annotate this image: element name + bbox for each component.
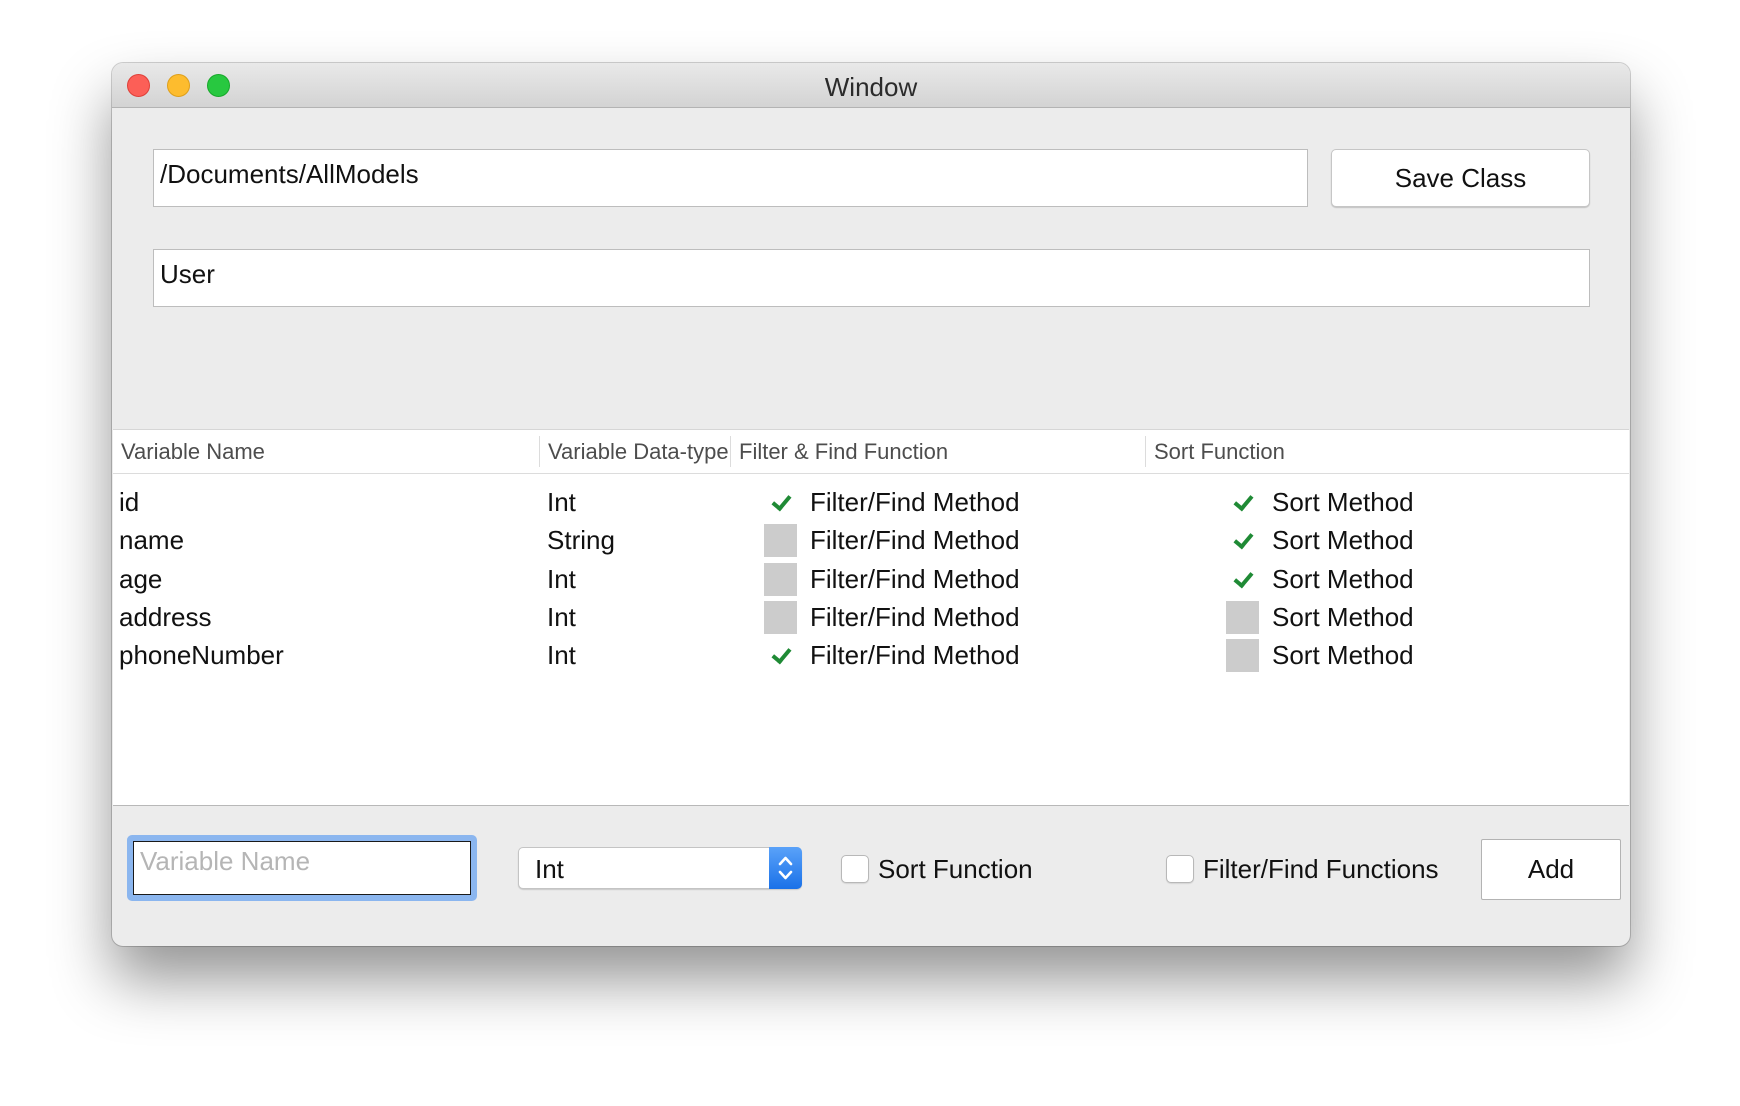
table-row[interactable]: name String Filter/Find Method Sort Method bbox=[113, 521, 1629, 559]
sort-checkmark-icon[interactable] bbox=[1226, 486, 1259, 519]
variable-name-cell: phoneNumber bbox=[119, 640, 284, 670]
variable-name-input[interactable] bbox=[133, 841, 471, 895]
filter-checkmark-icon[interactable] bbox=[764, 486, 797, 519]
sort-checkmark-icon[interactable] bbox=[1226, 524, 1259, 557]
column-header-variable-name[interactable]: Variable Name bbox=[113, 430, 539, 473]
filter-checkbox-empty[interactable] bbox=[764, 601, 797, 634]
filter-method-label: Filter/Find Method bbox=[810, 487, 1020, 517]
sort-function-checkbox-box[interactable] bbox=[841, 855, 869, 883]
sort-method-label: Sort Method bbox=[1272, 640, 1414, 670]
path-field[interactable]: /Documents/AllModels bbox=[153, 149, 1308, 207]
app-window: Window /Documents/AllModels Save Class U… bbox=[112, 63, 1630, 946]
filter-checkmark-icon[interactable] bbox=[764, 639, 797, 672]
variable-name-cell: age bbox=[119, 564, 163, 594]
sort-method-label: Sort Method bbox=[1272, 564, 1414, 594]
window-title: Window bbox=[824, 72, 918, 102]
sort-checkbox-empty[interactable] bbox=[1226, 601, 1259, 634]
column-header-variable-data-type[interactable]: Variable Data-type bbox=[540, 430, 730, 473]
filter-method-label: Filter/Find Method bbox=[810, 564, 1020, 594]
data-type-popup[interactable]: Int bbox=[518, 847, 802, 889]
variable-type-cell: Int bbox=[547, 602, 576, 632]
sort-function-checkbox[interactable]: Sort Function bbox=[841, 851, 1071, 887]
variable-type-cell: Int bbox=[547, 564, 576, 594]
variable-type-cell: String bbox=[547, 525, 615, 555]
save-class-button[interactable]: Save Class bbox=[1331, 149, 1590, 207]
variable-type-cell: Int bbox=[547, 640, 576, 670]
variables-table[interactable]: Variable Name Variable Data-type Filter … bbox=[113, 429, 1629, 806]
variable-name-cell: address bbox=[119, 602, 212, 632]
sort-method-label: Sort Method bbox=[1272, 525, 1414, 555]
title-bar[interactable]: Window bbox=[112, 63, 1630, 108]
filter-functions-checkbox-box[interactable] bbox=[1166, 855, 1194, 883]
variable-name-cell: name bbox=[119, 525, 185, 555]
filter-functions-checkbox-label: Filter/Find Functions bbox=[1203, 854, 1439, 884]
add-button[interactable]: Add bbox=[1481, 839, 1621, 900]
variable-name-focus-ring bbox=[127, 835, 477, 901]
sort-function-checkbox-label: Sort Function bbox=[878, 854, 1033, 884]
filter-checkbox-empty[interactable] bbox=[764, 524, 797, 557]
class-name-field[interactable]: User bbox=[153, 249, 1590, 307]
table-row[interactable]: age Int Filter/Find Method Sort Method bbox=[113, 560, 1629, 598]
up-down-chevron-icon[interactable] bbox=[769, 847, 802, 889]
filter-method-label: Filter/Find Method bbox=[810, 640, 1020, 670]
filter-functions-checkbox[interactable]: Filter/Find Functions bbox=[1166, 851, 1466, 887]
data-type-popup-value: Int bbox=[535, 854, 564, 884]
variable-name-cell: id bbox=[119, 487, 140, 517]
filter-method-label: Filter/Find Method bbox=[810, 602, 1020, 632]
filter-method-label: Filter/Find Method bbox=[810, 525, 1020, 555]
column-header-sort-function[interactable]: Sort Function bbox=[1146, 430, 1626, 473]
sort-checkbox-empty[interactable] bbox=[1226, 639, 1259, 672]
table-header: Variable Name Variable Data-type Filter … bbox=[113, 430, 1629, 474]
variable-type-cell: Int bbox=[547, 487, 576, 517]
sort-method-label: Sort Method bbox=[1272, 602, 1414, 632]
table-row[interactable]: address Int Filter/Find Method Sort Method bbox=[113, 598, 1629, 636]
sort-checkmark-icon[interactable] bbox=[1226, 563, 1259, 596]
filter-checkbox-empty[interactable] bbox=[764, 563, 797, 596]
table-row[interactable]: phoneNumber Int Filter/Find Method Sort Met… bbox=[113, 636, 1629, 674]
column-header-filter-find-function[interactable]: Filter & Find Function bbox=[731, 430, 1145, 473]
sort-method-label: Sort Method bbox=[1272, 487, 1414, 517]
table-row[interactable]: id Int Filter/Find Method Sort Method bbox=[113, 483, 1629, 521]
